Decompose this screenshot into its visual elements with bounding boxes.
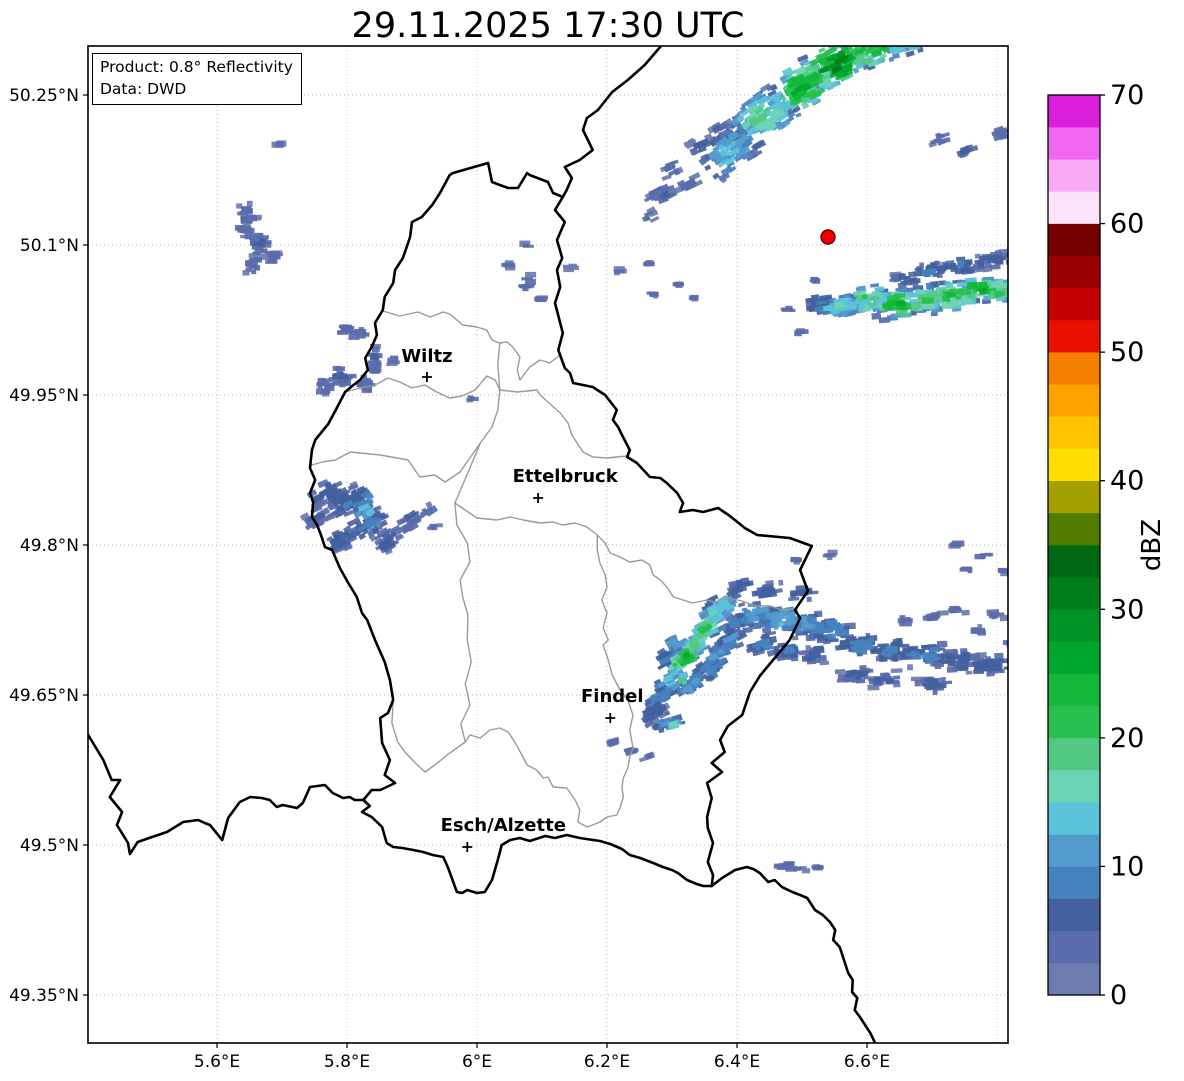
y-tick-label: 50.25°N [9, 86, 79, 106]
city-label-wiltz: Wiltz [401, 346, 452, 367]
graticule-gridlines [88, 46, 1008, 1043]
y-tick-label: 50.1°N [20, 236, 79, 256]
x-tick-label: 6°E [462, 1052, 492, 1072]
city-label-findel: Findel [581, 686, 644, 707]
colorbar-tick-label: 50 [1110, 337, 1144, 368]
y-tick-label: 49.8°N [20, 536, 79, 556]
country-borders [88, 46, 877, 1043]
city-marker-esch-alzette [462, 842, 473, 852]
product-label: Product: 0.8° Reflectivity [100, 58, 293, 76]
colorbar-tick-label: 20 [1110, 723, 1144, 754]
x-tick-label: 6.2°E [584, 1052, 630, 1072]
radar-site-dot [820, 229, 836, 245]
weather-map-plot: WiltzEttelbruckFindelEsch/Alzette5.6°E 5.… [9, 45, 1167, 1072]
city-label-esch-alzette: Esch/Alzette [441, 815, 566, 836]
city-marker-wiltz [421, 372, 432, 382]
map-axes: 5.6°E 5.8°E 6°E 6.2°E 6.4°E 6.6°E 50.25°N 50.1°… [9, 45, 1009, 1072]
colorbar-tick-label: 10 [1110, 851, 1144, 882]
colorbar-tick-label: 30 [1110, 594, 1144, 625]
colorbar-tick-label: 70 [1110, 80, 1144, 111]
colorbar-axis-label: dBZ [1137, 519, 1167, 571]
city-label-ettelbruck: Ettelbruck [513, 466, 619, 487]
x-tick-label: 6.6°E [844, 1052, 890, 1072]
x-tick-label: 5.8°E [324, 1052, 370, 1072]
colorbar: 0 10 20 30 40 50 60 70 dBZ [1047, 80, 1167, 1011]
y-tick-label: 49.95°N [9, 386, 79, 406]
x-tick-label: 6.4°E [714, 1052, 760, 1072]
y-tick-label: 49.35°N [9, 986, 79, 1006]
y-tick-label: 49.5°N [20, 836, 79, 856]
colorbar-tick-label: 60 [1110, 209, 1144, 240]
city-marker-ettelbruck [533, 493, 544, 503]
data-source-label: Data: DWD [100, 80, 187, 98]
product-info-box: Product: 0.8° Reflectivity Data: DWD [92, 53, 302, 105]
radar-figure: Wiltz Ettelbruck Findel Esch/Alzette 5.6°E 5.… [0, 0, 1184, 1081]
colorbar-tick-label: 0 [1110, 980, 1127, 1011]
x-tick-label: 5.6°E [194, 1052, 240, 1072]
plot-title: 29.11.2025 17:30 UTC [351, 6, 745, 46]
colorbar-tick-label: 40 [1110, 466, 1144, 497]
y-tick-label: 49.65°N [9, 686, 79, 706]
